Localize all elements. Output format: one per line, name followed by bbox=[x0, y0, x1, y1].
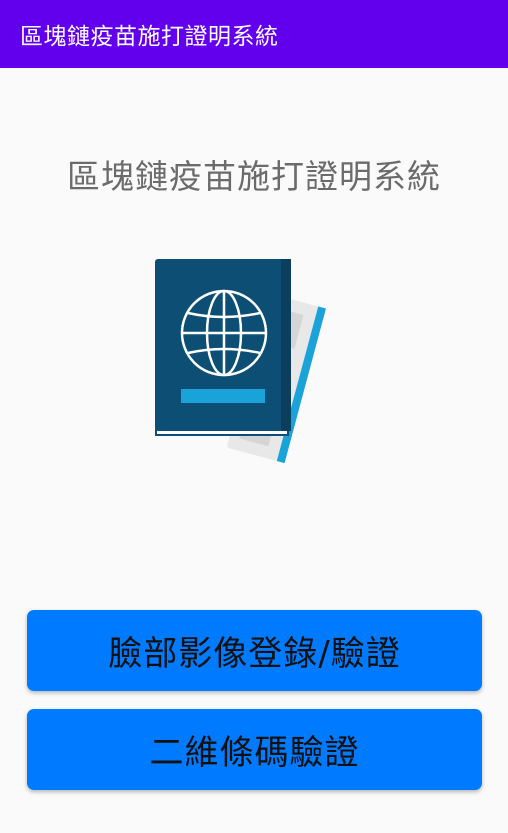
face-registration-button[interactable]: 臉部影像登錄/驗證 bbox=[27, 610, 482, 691]
app-bar-title: 區塊鏈疫苗施打證明系統 bbox=[20, 24, 279, 50]
app-screen: 區塊鏈疫苗施打證明系統 區塊鏈疫苗施打證明系統 臉部影像登錄/驗證 二維條碼驗證 bbox=[0, 0, 508, 833]
passport-icon bbox=[150, 255, 360, 470]
page-title: 區塊鏈疫苗施打證明系統 bbox=[67, 157, 441, 196]
app-bar: 區塊鏈疫苗施打證明系統 bbox=[0, 0, 508, 68]
qr-code-verify-button[interactable]: 二維條碼驗證 bbox=[27, 709, 482, 790]
